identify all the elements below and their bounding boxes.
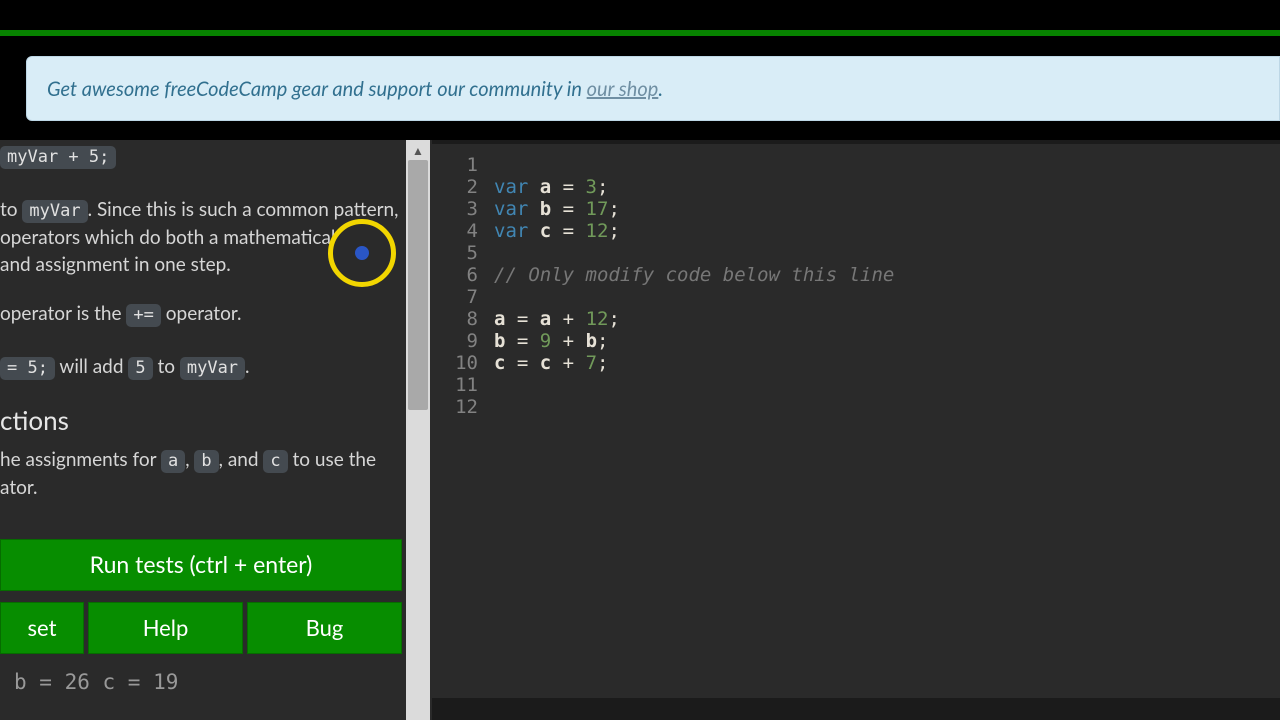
code-line[interactable]: var c = 12; (494, 220, 1280, 242)
code-line[interactable]: // Only modify code below this line (494, 264, 1280, 286)
action-button-row: set Help Bug (0, 602, 402, 654)
code-line[interactable]: c = c + 7; (494, 352, 1280, 374)
banner-shop-link[interactable]: our shop (587, 77, 659, 101)
line-number: 10 (432, 352, 490, 374)
text: he assignments for (0, 448, 161, 471)
text: . (245, 355, 249, 378)
code-snippet: myVar (180, 357, 245, 380)
code-line[interactable] (494, 286, 1280, 308)
instructions-heading: ctions (0, 402, 69, 440)
code-snippet: myVar (22, 200, 87, 223)
code-line[interactable]: b = 9 + b; (494, 330, 1280, 352)
button-label: Help (143, 612, 189, 644)
line-number: 7 (432, 286, 490, 308)
code-line[interactable]: a = a + 12; (494, 308, 1280, 330)
text: to use the (288, 448, 376, 471)
code-line[interactable] (494, 374, 1280, 396)
text: , and (219, 448, 264, 471)
code-snippet: a (161, 450, 185, 473)
line-number: 6 (432, 264, 490, 286)
reset-button[interactable]: set (0, 602, 84, 654)
line-number: 1 (432, 154, 490, 176)
text: to (0, 198, 22, 221)
code-snippet: = 5; (0, 357, 55, 380)
line-number-gutter: 123456789101112 (432, 154, 490, 418)
scroll-up-icon[interactable]: ▲ (406, 140, 430, 160)
line-number: 5 (432, 242, 490, 264)
banner-text-prefix: Get awesome freeCodeCamp gear and suppor… (47, 77, 587, 101)
text: operator is the (0, 302, 126, 325)
button-label: set (28, 612, 57, 644)
text: operator. (161, 302, 242, 325)
code-line[interactable]: var b = 17; (494, 198, 1280, 220)
banner-text-suffix: . (658, 77, 663, 101)
line-number: 12 (432, 396, 490, 418)
text: to (153, 355, 180, 378)
line-number: 2 (432, 176, 490, 198)
code-fragment-top: myVar + 5; (0, 142, 116, 170)
text: will add (55, 355, 128, 378)
main-layout: myVar + 5; to myVar. Since this is such … (0, 140, 1280, 720)
scrollbar-thumb[interactable] (408, 160, 428, 410)
code-snippet: b (194, 450, 218, 473)
code-line[interactable] (494, 154, 1280, 176)
run-tests-button[interactable]: Run tests (ctrl + enter) (0, 539, 402, 591)
line-number: 4 (432, 220, 490, 242)
line-number: 11 (432, 374, 490, 396)
line-number: 3 (432, 198, 490, 220)
line-number: 9 (432, 330, 490, 352)
test-output: b = 26 c = 19 (14, 667, 178, 697)
help-button[interactable]: Help (88, 602, 243, 654)
text: ator. (0, 476, 38, 499)
button-label: Run tests (ctrl + enter) (90, 548, 313, 581)
accent-divider (0, 30, 1280, 36)
code-editor[interactable]: 123456789101112 var a = 3;var b = 17;var… (432, 144, 1280, 698)
text: , (185, 448, 194, 471)
paragraph-3: = 5; will add 5 to myVar. (0, 353, 400, 381)
code-line[interactable]: var a = 3; (494, 176, 1280, 198)
instructions-content: myVar + 5; to myVar. Since this is such … (0, 140, 405, 720)
promo-banner: Get awesome freeCodeCamp gear and suppor… (26, 56, 1280, 121)
code-snippet: c (263, 450, 287, 473)
text: and assignment in one step. (0, 253, 231, 276)
instructions-scrollbar[interactable]: ▲ (406, 140, 430, 720)
code-editor-panel[interactable]: 123456789101112 var a = 3;var b = 17;var… (432, 140, 1280, 720)
window-top-black (0, 0, 1280, 30)
instructions-panel: myVar + 5; to myVar. Since this is such … (0, 140, 432, 720)
code-snippet: 5 (128, 357, 152, 380)
paragraph-4: he assignments for a, b, and c to use th… (0, 446, 395, 501)
button-label: Bug (306, 612, 344, 644)
bug-button[interactable]: Bug (247, 602, 402, 654)
code-snippet: += (126, 304, 160, 327)
code-line[interactable] (494, 396, 1280, 418)
code-line[interactable] (494, 242, 1280, 264)
paragraph-2: operator is the += operator. (0, 300, 400, 328)
code-area[interactable]: var a = 3;var b = 17;var c = 12; // Only … (494, 154, 1280, 418)
code-snippet: myVar + 5; (0, 146, 116, 169)
paragraph-1: to myVar. Since this is such a common pa… (0, 196, 400, 279)
line-number: 8 (432, 308, 490, 330)
